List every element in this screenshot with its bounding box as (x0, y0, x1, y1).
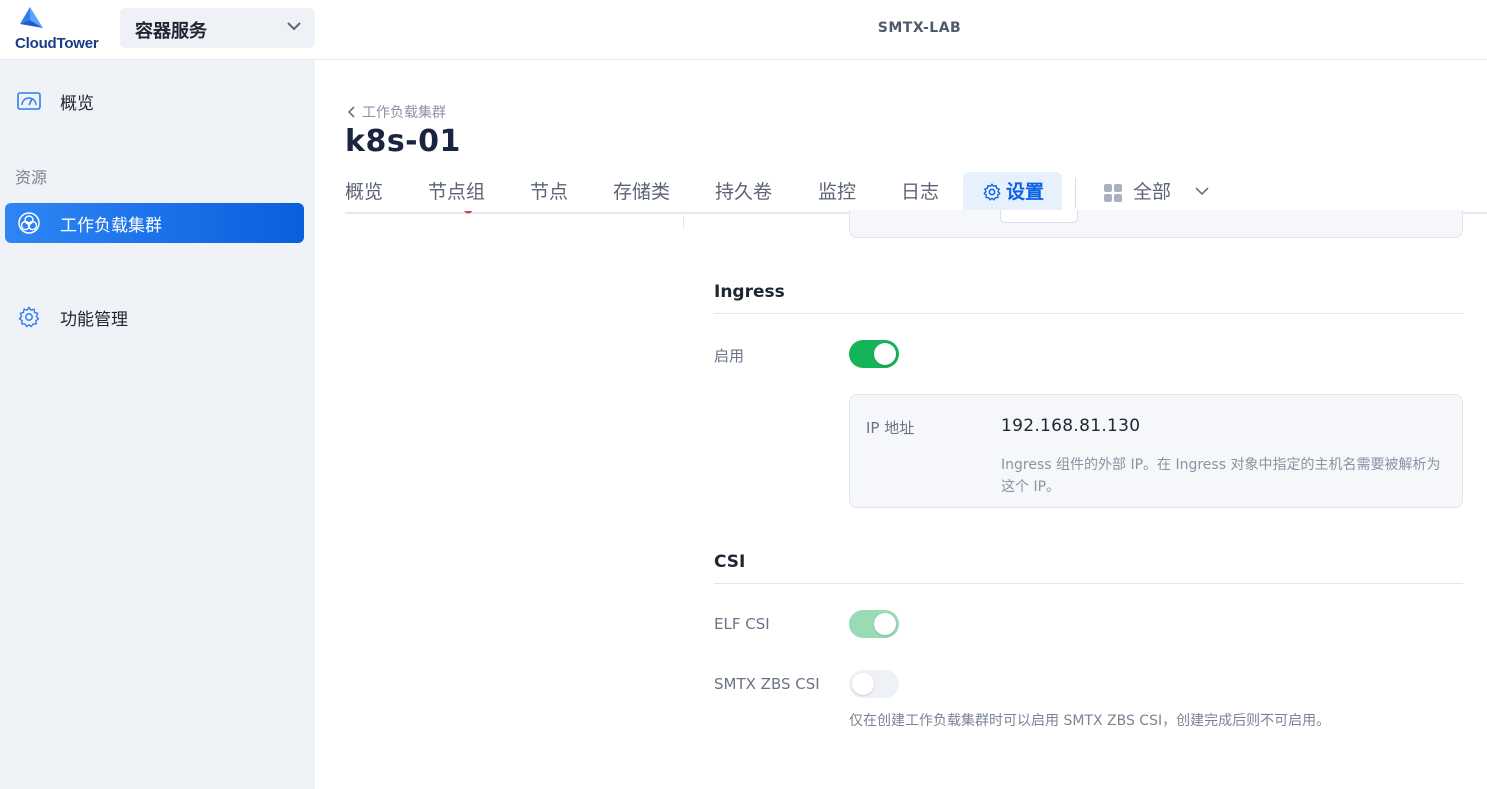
zbs-csi-hint: 仅在创建工作负载集群时可以启用 SMTX ZBS CSI，创建完成后则不可启用。 (849, 713, 1331, 729)
toggle-knob (874, 613, 896, 635)
sidebar-section-resources: 资源 (15, 168, 48, 187)
button-remnant[interactable] (1000, 210, 1078, 223)
tab-settings-label: 设置 (1006, 181, 1045, 203)
cluster-icon (18, 212, 40, 234)
toggle-knob (874, 343, 896, 365)
gear-icon (983, 183, 1001, 201)
tab-storage-classes[interactable]: 存储类 (613, 172, 670, 213)
tab-node-groups[interactable]: 节点组 (428, 172, 485, 213)
tab-settings[interactable]: 设置 (963, 172, 1063, 213)
ip-address-value: 192.168.81.130 (1001, 416, 1141, 436)
cluster-title-text: SMTX-LAB (877, 20, 962, 36)
top-bar: CloudTower 容器服务 SMTX-LAB (0, 0, 1487, 60)
scrolled-content-remnant: ● (463, 211, 553, 217)
elf-csi-toggle[interactable] (849, 610, 899, 638)
ip-address-description: Ingress 组件的外部 IP。在 Ingress 对象中指定的主机名需要被解… (1001, 457, 1441, 495)
sidebar-item-label: 概览 (60, 93, 94, 114)
ingress-ip-card: IP 地址 192.168.81.130 Ingress 组件的外部 IP。在 … (849, 394, 1463, 508)
ingress-enable-toggle[interactable] (849, 340, 899, 368)
chevron-left-icon (348, 106, 355, 118)
breadcrumb[interactable]: 工作负载集群 (348, 102, 446, 122)
toggle-knob (852, 673, 874, 695)
section-divider (714, 583, 1463, 584)
tab-nodes[interactable]: 节点 (530, 172, 568, 213)
sidebar-item-label: 工作负载集群 (60, 215, 162, 236)
section-divider (714, 313, 1463, 314)
sidebar-item-workload-clusters[interactable]: 工作负载集群 (5, 203, 304, 243)
ip-address-label: IP 地址 (866, 419, 915, 437)
elf-csi-label: ELF CSI (714, 615, 770, 633)
cluster-title: SMTX-LAB (0, 0, 1487, 56)
zbs-csi-toggle[interactable] (849, 670, 899, 698)
settings-card-remnant (849, 210, 1463, 238)
breadcrumb-link[interactable]: 工作负载集群 (362, 102, 446, 122)
page-title: k8s-01 (345, 124, 461, 159)
tab-monitoring[interactable]: 监控 (818, 172, 856, 213)
tab-overview[interactable]: 概览 (345, 172, 383, 213)
error-text-remnant: ● (463, 211, 553, 215)
grid-icon (1104, 184, 1122, 202)
tab-divider (1075, 178, 1076, 208)
sidebar: 概览 资源 工作负载集群 功能管理 (0, 60, 315, 789)
sidebar-item-label: 功能管理 (60, 309, 128, 330)
sidebar-item-overview[interactable]: 概览 (5, 81, 304, 121)
ingress-enable-label: 启用 (714, 347, 745, 365)
gear-icon (18, 306, 40, 328)
tab-bar: 概览 节点组 节点 存储类 持久卷 监控 日志 设置 全部 (345, 172, 1487, 214)
csi-section-title: CSI (714, 552, 746, 572)
main-content: 工作负载集群 k8s-01 概览 节点组 节点 存储类 持久卷 监控 日志 设置… (315, 60, 1487, 789)
dashboard-icon (17, 92, 41, 110)
tab-logs[interactable]: 日志 (901, 172, 939, 213)
tab-persistent-volumes[interactable]: 持久卷 (715, 172, 772, 213)
zbs-csi-label: SMTX ZBS CSI (714, 675, 820, 693)
sidebar-item-feature-management[interactable]: 功能管理 (5, 297, 304, 337)
ingress-section-title: Ingress (714, 282, 785, 302)
chevron-down-icon (1195, 187, 1209, 196)
column-divider (683, 215, 684, 229)
tab-all-label: 全部 (1133, 181, 1172, 203)
